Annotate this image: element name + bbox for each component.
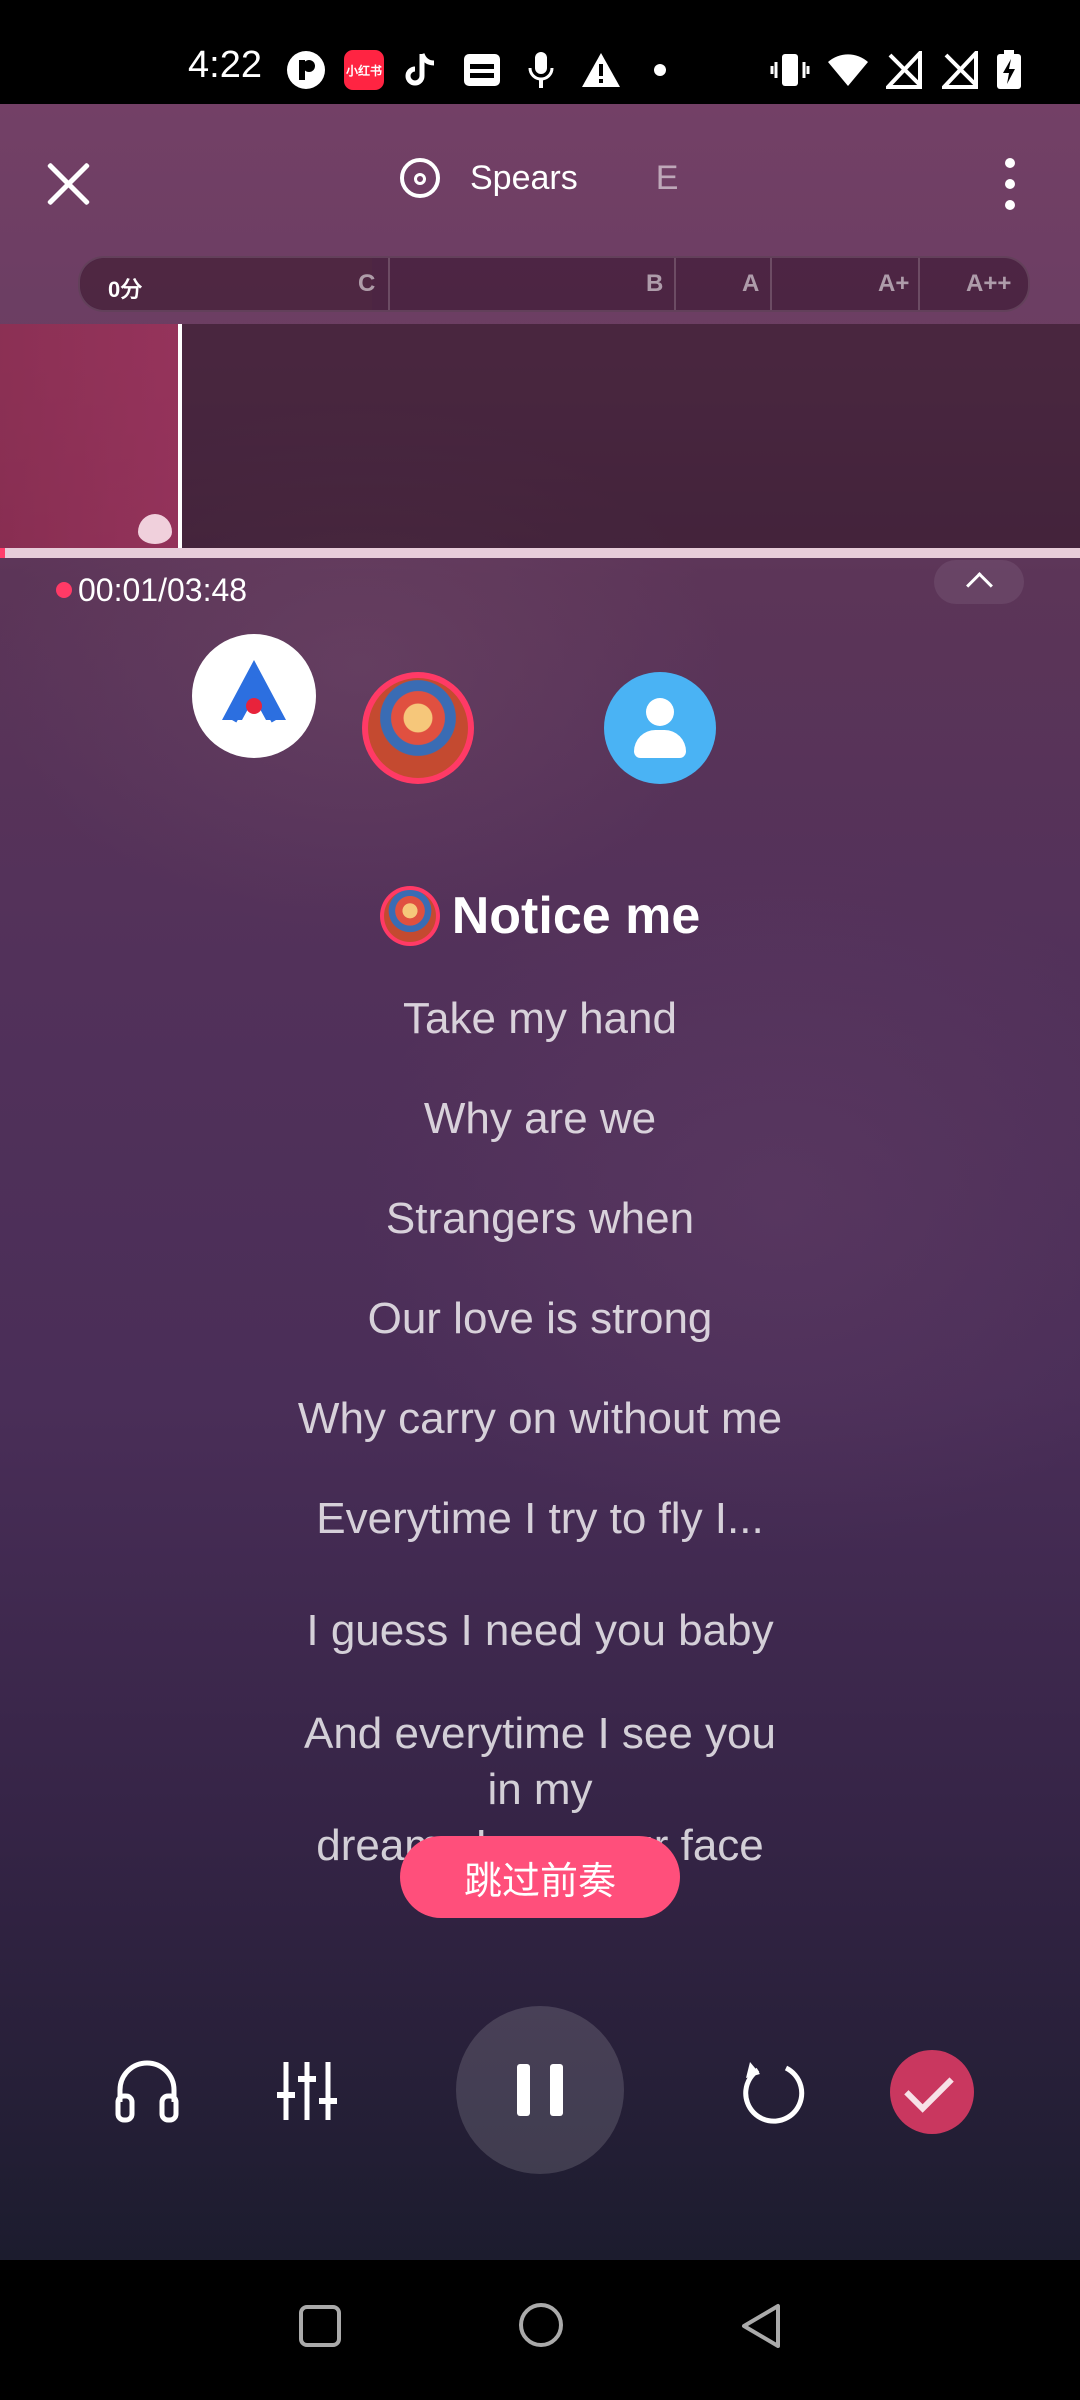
dot-icon	[1005, 200, 1015, 210]
skip-intro-button[interactable]: 跳过前奏	[400, 1836, 680, 1918]
tab-current-song[interactable]: Spears	[470, 159, 578, 198]
lyric-line: Our love is strong	[367, 1294, 713, 1343]
lyric-line: Why are we	[423, 1094, 657, 1143]
current-lyric-line: Notice me	[0, 886, 1080, 946]
no-signal-icon	[942, 50, 978, 90]
person-icon-body	[634, 730, 686, 758]
lyric-line: in my	[487, 1765, 593, 1814]
tiktok-icon	[402, 50, 438, 90]
battery-charging-icon	[996, 50, 1022, 90]
close-button[interactable]	[44, 160, 92, 208]
app-logo-avatar[interactable]	[192, 634, 316, 758]
logo-icon	[222, 660, 286, 723]
person-icon	[646, 698, 674, 726]
avatar-image	[368, 678, 468, 778]
lyric-line: Everytime I try to fly I...	[316, 1494, 764, 1543]
recents-icon[interactable]	[298, 2304, 342, 2348]
lyric-line: Strangers when	[385, 1194, 695, 1243]
time-separator: /	[158, 572, 167, 608]
sliders-icon	[277, 2062, 337, 2120]
grade-divider	[770, 258, 772, 310]
more-options-button[interactable]	[1000, 158, 1020, 210]
no-signal-icon	[886, 50, 922, 90]
lyric-line: Why carry on without me	[297, 1394, 783, 1443]
equalizer-button[interactable]	[274, 2058, 340, 2129]
lyric-line: I guess I need you baby	[306, 1606, 774, 1655]
pitch-panel	[0, 324, 1080, 548]
grade-a: A	[742, 270, 760, 297]
back-icon[interactable]	[738, 2302, 784, 2350]
grade-divider	[918, 258, 920, 310]
rednote-icon: 小红书	[344, 50, 384, 90]
restart-button[interactable]	[738, 2058, 808, 2133]
p-icon	[286, 50, 326, 90]
grade-b: B	[646, 270, 664, 297]
dot-icon	[654, 50, 666, 90]
mic-icon	[526, 50, 556, 90]
status-time: 4:22	[188, 44, 262, 86]
elapsed-time: 00:01	[78, 572, 159, 608]
collapse-button[interactable]	[934, 560, 1024, 604]
pause-button[interactable]	[456, 2006, 624, 2174]
lyric-line: Take my hand	[403, 994, 677, 1043]
pitch-marker-icon	[138, 514, 172, 544]
grade-divider	[388, 258, 390, 310]
vibrate-icon	[770, 50, 810, 90]
song-tabs: Spears E	[400, 158, 678, 198]
grade-divider	[674, 258, 676, 310]
finish-button[interactable]	[890, 2050, 974, 2134]
grade-a-plus: A+	[878, 270, 910, 297]
disc-icon[interactable]	[400, 158, 440, 198]
pitch-playhead	[178, 324, 182, 548]
playback-time: 00:01/03:48	[78, 572, 247, 609]
grade-c: C	[358, 270, 376, 297]
dot-icon	[1005, 158, 1015, 168]
refresh-icon	[743, 2062, 805, 2124]
singer-mini-avatar	[379, 886, 440, 946]
singer-avatar[interactable]	[362, 672, 474, 784]
current-lyric-text: Notice me	[451, 887, 701, 945]
progress-fill	[0, 548, 5, 558]
card-icon	[462, 50, 502, 90]
wifi-icon	[826, 50, 870, 90]
empty-seat-avatar[interactable]	[604, 672, 716, 784]
warning-icon	[580, 50, 622, 90]
recording-dot	[56, 582, 72, 598]
progress-track[interactable]	[0, 548, 1080, 558]
lyric-line: And everytime I see you	[303, 1709, 776, 1758]
current-score: 0分	[108, 277, 143, 302]
home-icon[interactable]	[518, 2302, 564, 2348]
grade-a-plus-plus: A++	[966, 270, 1012, 297]
tab-next-song[interactable]: E	[656, 159, 679, 198]
status-bar: 4:22 小红书	[0, 0, 1080, 104]
dot-icon	[1005, 179, 1015, 189]
headphones-button[interactable]	[114, 2058, 180, 2129]
navigation-bar	[0, 2260, 1080, 2400]
headphones-icon	[115, 2060, 179, 2123]
score-bar: 0分 C B A A+ A++	[78, 256, 1030, 312]
total-time: 03:48	[166, 572, 248, 608]
